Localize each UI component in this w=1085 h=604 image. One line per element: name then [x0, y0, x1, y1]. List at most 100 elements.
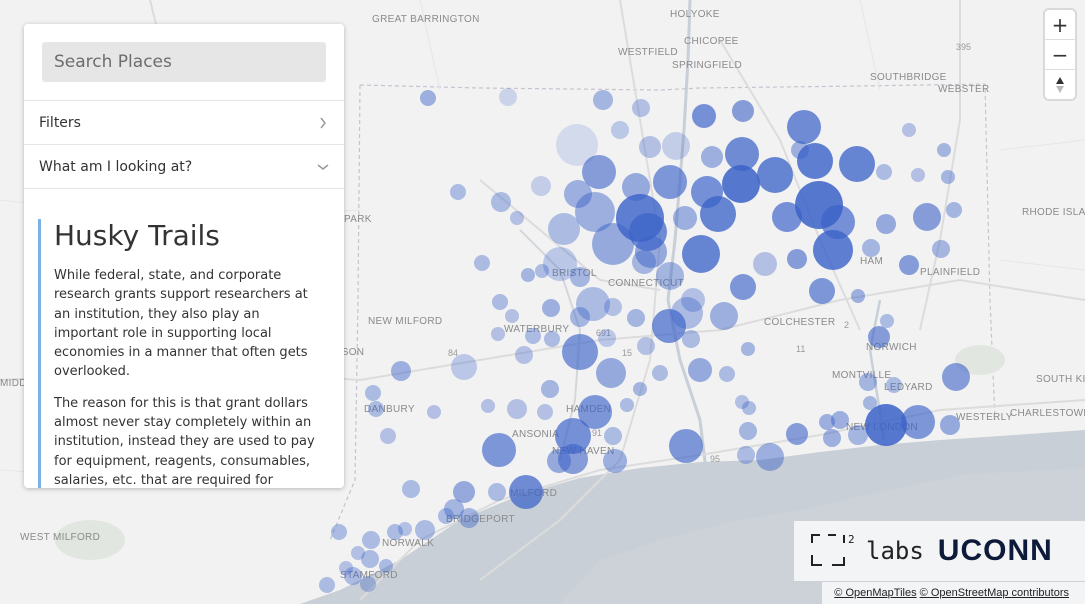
- grant-bubble[interactable]: [741, 342, 755, 356]
- grant-bubble[interactable]: [398, 522, 412, 536]
- openmaptiles-link[interactable]: © OpenMapTiles: [834, 587, 916, 599]
- grant-bubble[interactable]: [899, 255, 919, 275]
- grant-bubble[interactable]: [902, 123, 916, 137]
- grant-bubble[interactable]: [652, 365, 668, 381]
- grant-bubble[interactable]: [809, 278, 835, 304]
- what-am-i-looking-at-accordion[interactable]: What am I looking at?: [24, 145, 344, 189]
- grant-bubble[interactable]: [368, 401, 384, 417]
- grant-bubble[interactable]: [474, 255, 490, 271]
- grant-bubble[interactable]: [722, 165, 760, 203]
- grant-bubble[interactable]: [682, 330, 700, 348]
- grant-bubble[interactable]: [627, 309, 645, 327]
- grant-bubble[interactable]: [710, 302, 738, 330]
- grant-bubble[interactable]: [913, 203, 941, 231]
- grant-bubble[interactable]: [391, 361, 411, 381]
- grant-bubble[interactable]: [787, 249, 807, 269]
- grant-bubble[interactable]: [521, 268, 535, 282]
- grant-bubble[interactable]: [603, 449, 627, 473]
- grant-bubble[interactable]: [535, 264, 549, 278]
- grant-bubble[interactable]: [319, 577, 335, 593]
- grant-bubble[interactable]: [662, 132, 690, 160]
- grant-bubble[interactable]: [611, 121, 629, 139]
- grant-bubble[interactable]: [653, 165, 687, 199]
- grant-bubble[interactable]: [862, 239, 880, 257]
- grant-bubble[interactable]: [450, 184, 466, 200]
- grant-bubble[interactable]: [772, 202, 802, 232]
- grant-bubble[interactable]: [547, 449, 571, 473]
- grant-bubble[interactable]: [732, 100, 754, 122]
- grant-bubble[interactable]: [562, 334, 598, 370]
- grant-bubble[interactable]: [797, 143, 833, 179]
- grant-bubble[interactable]: [525, 328, 541, 344]
- grant-bubble[interactable]: [719, 366, 735, 382]
- grant-bubble[interactable]: [886, 377, 902, 393]
- grant-bubble[interactable]: [505, 309, 519, 323]
- grant-bubble[interactable]: [941, 170, 955, 184]
- grant-bubble[interactable]: [819, 414, 835, 430]
- grant-bubble[interactable]: [868, 326, 890, 348]
- grant-bubble[interactable]: [859, 373, 877, 391]
- grant-bubble[interactable]: [787, 110, 821, 144]
- filters-accordion[interactable]: Filters: [24, 101, 344, 145]
- grant-bubble[interactable]: [901, 405, 935, 439]
- grant-bubble[interactable]: [415, 520, 435, 540]
- grant-bubble[interactable]: [823, 429, 841, 447]
- grant-bubble[interactable]: [940, 415, 960, 435]
- grant-bubble[interactable]: [596, 358, 626, 388]
- grant-bubble[interactable]: [865, 404, 907, 446]
- grant-bubble[interactable]: [451, 354, 477, 380]
- grant-bubble[interactable]: [379, 559, 393, 573]
- grant-bubble[interactable]: [344, 567, 362, 585]
- grant-bubble[interactable]: [880, 314, 894, 328]
- grant-bubble[interactable]: [361, 550, 379, 568]
- grant-bubble[interactable]: [876, 164, 892, 180]
- grant-bubble[interactable]: [946, 202, 962, 218]
- grant-bubble[interactable]: [700, 196, 736, 232]
- grant-bubble[interactable]: [737, 446, 755, 464]
- grant-bubble[interactable]: [380, 428, 396, 444]
- grant-bubble[interactable]: [598, 329, 616, 347]
- openstreetmap-link[interactable]: © OpenStreetMap contributors: [920, 587, 1069, 599]
- grant-bubble[interactable]: [757, 157, 793, 193]
- grant-bubble[interactable]: [402, 480, 420, 498]
- compass-button[interactable]: [1045, 70, 1075, 99]
- grant-bubble[interactable]: [510, 211, 524, 225]
- grant-bubble[interactable]: [548, 213, 580, 245]
- grant-bubble[interactable]: [420, 90, 436, 106]
- grant-bubble[interactable]: [692, 104, 716, 128]
- grant-bubble[interactable]: [491, 192, 511, 212]
- grant-bubble[interactable]: [515, 346, 533, 364]
- grant-bubble[interactable]: [851, 289, 865, 303]
- grant-bubble[interactable]: [459, 508, 479, 528]
- grant-bubble[interactable]: [639, 136, 661, 158]
- grant-bubble[interactable]: [365, 385, 381, 401]
- grant-bubble[interactable]: [570, 307, 590, 327]
- grant-bubble[interactable]: [531, 176, 551, 196]
- grant-bubble[interactable]: [570, 267, 590, 287]
- grant-bubble[interactable]: [669, 429, 703, 463]
- grant-bubble[interactable]: [633, 382, 647, 396]
- grant-bubble[interactable]: [593, 90, 613, 110]
- grant-bubble[interactable]: [482, 433, 516, 467]
- grant-bubble[interactable]: [541, 380, 559, 398]
- grant-bubble[interactable]: [682, 235, 720, 273]
- grant-bubble[interactable]: [673, 206, 697, 230]
- grant-bubble[interactable]: [481, 399, 495, 413]
- grant-bubble[interactable]: [742, 401, 756, 415]
- grant-bubble[interactable]: [427, 405, 441, 419]
- grant-bubble[interactable]: [542, 299, 560, 317]
- grant-bubble[interactable]: [604, 427, 622, 445]
- grant-bubble[interactable]: [730, 274, 756, 300]
- grant-bubble[interactable]: [360, 576, 376, 592]
- grant-bubble[interactable]: [499, 88, 517, 106]
- grant-bubble[interactable]: [688, 358, 712, 382]
- grant-bubble[interactable]: [544, 331, 560, 347]
- grant-bubble[interactable]: [488, 483, 506, 501]
- grant-bubble[interactable]: [739, 422, 757, 440]
- grant-bubble[interactable]: [701, 146, 723, 168]
- grant-bubble[interactable]: [942, 363, 970, 391]
- grant-bubble[interactable]: [537, 404, 553, 420]
- grant-bubble[interactable]: [604, 298, 622, 316]
- grant-bubble[interactable]: [362, 531, 380, 549]
- grant-bubble[interactable]: [671, 297, 703, 329]
